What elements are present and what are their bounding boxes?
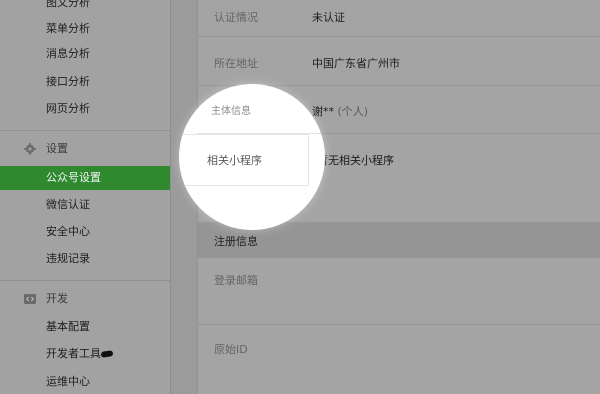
entity-name: 谢** — [312, 105, 334, 118]
sidebar-item-ops-center[interactable]: 运维中心 — [0, 370, 170, 394]
sidebar-item-label: 开发者工具 — [46, 347, 101, 360]
info-row-address: 所在地址 中国广东省广州市 — [198, 37, 600, 86]
entity-type: (个人) — [337, 105, 369, 118]
info-label: 相关小程序 — [207, 154, 262, 167]
info-label: 主体信息 — [211, 106, 251, 117]
sidebar-item-violation-records[interactable]: 违规记录 — [0, 247, 170, 271]
redaction-mark — [100, 350, 113, 358]
sidebar-section-settings: 设置 — [0, 136, 170, 162]
sidebar: 图文分析 菜单分析 消息分析 接口分析 网页分析 设置 公众号设置 微信认证 安… — [0, 0, 171, 394]
info-row-verification: 认证情况 未认证 — [198, 0, 600, 37]
sidebar-section-settings-label: 设置 — [46, 142, 68, 155]
info-label: 认证情况 — [214, 11, 258, 24]
sidebar-item-menu-analysis[interactable]: 菜单分析 — [0, 17, 170, 41]
sidebar-item-developer-tools[interactable]: 开发者工具 — [0, 342, 170, 366]
sidebar-item-label: 基本配置 — [46, 320, 90, 333]
sidebar-item-graphic-analysis[interactable]: 图文分析 — [0, 0, 170, 15]
reg-label: 登录邮箱 — [214, 274, 258, 287]
reg-label: 原始ID — [214, 343, 248, 356]
mini-program-value-outside: 暂无相关小程序 — [317, 152, 394, 168]
sidebar-divider — [0, 280, 170, 281]
reg-row-original-id: 原始ID — [198, 325, 600, 394]
sidebar-item-basic-config[interactable]: 基本配置 — [0, 315, 170, 339]
sidebar-item-web-analysis[interactable]: 网页分析 — [0, 97, 170, 121]
spotlight-highlight: 主体信息 相关小程序 — [179, 84, 325, 230]
sidebar-item-security-center[interactable]: 安全中心 — [0, 220, 170, 244]
info-value: 未认证 — [312, 11, 345, 24]
info-value: 中国广东省广州市 — [312, 57, 400, 70]
sidebar-item-message-analysis[interactable]: 消息分析 — [0, 42, 170, 66]
code-icon — [24, 294, 36, 304]
sidebar-divider — [0, 130, 170, 131]
info-value: 谢** (个人) — [312, 103, 368, 119]
registration-section-title: 注册信息 — [214, 235, 258, 248]
reg-row-email: 登录邮箱 — [198, 258, 600, 325]
info-value: 暂无相关小程序 — [317, 154, 394, 167]
sidebar-section-dev: 开发 — [0, 286, 170, 312]
sidebar-item-account-settings[interactable]: 公众号设置 — [0, 166, 170, 190]
info-label: 所在地址 — [214, 57, 258, 70]
sidebar-item-api-analysis[interactable]: 接口分析 — [0, 70, 170, 94]
sidebar-item-wechat-verification[interactable]: 微信认证 — [0, 193, 170, 217]
gear-icon — [24, 143, 36, 155]
sidebar-section-dev-label: 开发 — [46, 292, 68, 305]
